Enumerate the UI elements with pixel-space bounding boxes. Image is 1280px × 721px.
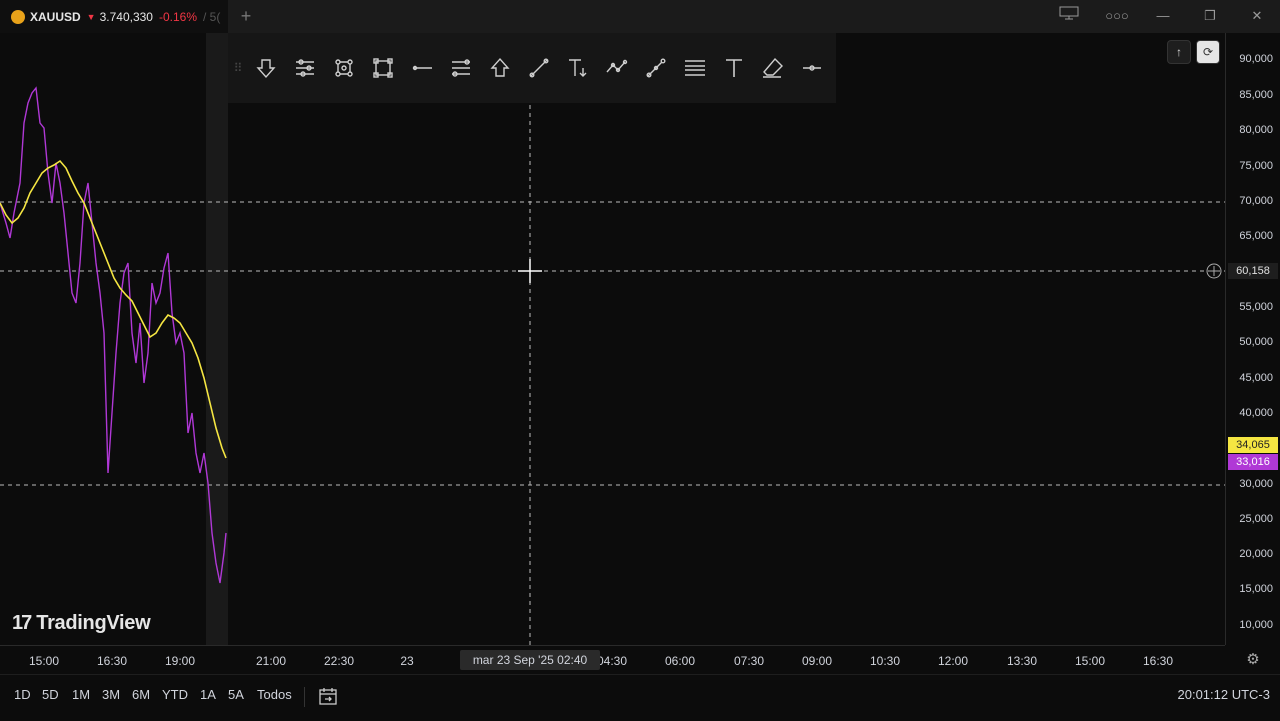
tradingview-logo-icon: 17 xyxy=(12,612,32,634)
period-5a[interactable]: 5A xyxy=(228,687,244,702)
add-alert-icon xyxy=(1206,263,1222,279)
arrow-up-icon[interactable] xyxy=(480,50,519,86)
price-label: 40,000 xyxy=(1239,407,1273,419)
period-5d[interactable]: 5D xyxy=(42,687,59,702)
layout-icon[interactable] xyxy=(1055,4,1083,28)
time-label: 16:30 xyxy=(96,654,128,668)
price-label: 55,000 xyxy=(1239,301,1273,313)
bottom-toolbar: 1D 5D 1M 3M 6M YTD 1A 5A Todos 20:01:12 … xyxy=(0,674,1280,721)
nodes-icon[interactable] xyxy=(324,50,363,86)
period-1a[interactable]: 1A xyxy=(200,687,216,702)
scroll-up-icon[interactable]: ↑ xyxy=(1167,40,1191,64)
drawing-toolbar: ⠿ xyxy=(228,33,836,103)
price-label: 85,000 xyxy=(1239,89,1273,101)
arrow-down-icon[interactable] xyxy=(246,50,285,86)
time-label: 12:00 xyxy=(937,654,969,668)
price-label: 45,000 xyxy=(1239,372,1273,384)
time-axis[interactable]: 15:00 16:30 19:00 21:00 22:30 23 04:30 0… xyxy=(0,645,1225,674)
price-label: 25,000 xyxy=(1239,513,1273,525)
period-ytd[interactable]: YTD xyxy=(162,687,188,702)
text-icon[interactable] xyxy=(714,50,753,86)
rectangle-icon[interactable] xyxy=(363,50,402,86)
yellow-value-tag: 34,065 xyxy=(1228,437,1278,453)
time-label: 21:00 xyxy=(255,654,287,668)
price-label: 10,000 xyxy=(1239,619,1273,631)
time-label: 10:30 xyxy=(869,654,901,668)
more-icon[interactable]: ○○○ xyxy=(1103,4,1131,28)
period-1m[interactable]: 1M xyxy=(72,687,90,702)
calendar-goto-icon[interactable] xyxy=(317,685,339,707)
down-arrow-icon: ▼ xyxy=(86,11,96,22)
time-label: 19:00 xyxy=(164,654,196,668)
brush-icon[interactable] xyxy=(636,50,675,86)
time-label: 15:00 xyxy=(28,654,60,668)
horizontal-ray-icon[interactable] xyxy=(402,50,441,86)
price-label: 75,000 xyxy=(1239,160,1273,172)
crosshair-cursor-icon xyxy=(518,259,542,283)
tab-overflow-text: / 5( xyxy=(203,9,221,24)
settings-lines-icon[interactable] xyxy=(285,50,324,86)
time-label: 13:30 xyxy=(1006,654,1038,668)
parallel-channel-icon[interactable] xyxy=(441,50,480,86)
eraser-icon[interactable] xyxy=(753,50,792,86)
symbol-change: -0.16% xyxy=(158,9,198,24)
restore-icon[interactable]: ❐ xyxy=(1196,4,1224,28)
price-label: 20,000 xyxy=(1239,548,1273,560)
path-icon[interactable] xyxy=(597,50,636,86)
text-note-icon[interactable] xyxy=(558,50,597,86)
purple-value-tag: 33,016 xyxy=(1228,454,1278,470)
time-label: 16:30 xyxy=(1142,654,1174,668)
crosshair-price-tag: 60,158 xyxy=(1228,263,1278,279)
price-label: 15,000 xyxy=(1239,583,1273,595)
tradingview-watermark: 17 TradingView xyxy=(12,612,151,635)
time-label: 04:30 xyxy=(596,654,628,668)
symbol-name: XAUUSD xyxy=(30,9,81,24)
price-label: 80,000 xyxy=(1239,124,1273,136)
chart-canvas xyxy=(0,33,1225,645)
horizontal-line-icon[interactable] xyxy=(792,50,831,86)
period-todos[interactable]: Todos xyxy=(257,687,292,702)
period-3m[interactable]: 3M xyxy=(102,687,120,702)
price-axis[interactable]: 90,000 85,000 80,000 75,000 70,000 65,00… xyxy=(1225,33,1280,645)
gold-coin-icon xyxy=(11,9,25,24)
timezone-clock[interactable]: 20:01:12 UTC-3 xyxy=(1178,687,1271,702)
symbol-tab[interactable]: XAUUSD ▼ 3.740,330 -0.16% / 5( xyxy=(0,0,228,33)
fib-lines-icon[interactable] xyxy=(675,50,714,86)
price-label: 65,000 xyxy=(1239,230,1273,242)
chart-pane[interactable] xyxy=(0,33,1225,645)
price-label: 30,000 xyxy=(1239,478,1273,490)
new-tab-plus-icon[interactable]: + xyxy=(236,6,256,26)
close-icon[interactable]: ✕ xyxy=(1243,4,1271,28)
title-bar: XAUUSD ▼ 3.740,330 -0.16% / 5( + ○○○ — ❐… xyxy=(0,0,1280,33)
time-label: 23 xyxy=(400,654,414,668)
crosshair-time-tag: mar 23 Sep '25 02:40 xyxy=(460,650,600,670)
minimize-icon[interactable]: — xyxy=(1149,4,1177,28)
symbol-price: 3.740,330 xyxy=(99,9,153,24)
period-6m[interactable]: 6M xyxy=(132,687,150,702)
period-1d[interactable]: 1D xyxy=(14,687,31,702)
time-label: 06:00 xyxy=(664,654,696,668)
purple-series-line xyxy=(0,86,227,584)
time-label: 09:00 xyxy=(801,654,833,668)
price-label: 90,000 xyxy=(1239,53,1273,65)
drag-handle-icon[interactable]: ⠿ xyxy=(230,61,246,75)
reset-chart-icon[interactable]: ⟳ xyxy=(1196,40,1220,64)
price-label: 50,000 xyxy=(1239,336,1273,348)
time-label: 22:30 xyxy=(323,654,355,668)
divider xyxy=(304,687,305,707)
trend-line-icon[interactable] xyxy=(519,50,558,86)
time-label: 15:00 xyxy=(1074,654,1106,668)
price-label: 70,000 xyxy=(1239,195,1273,207)
time-label: 07:30 xyxy=(733,654,765,668)
watermark-text: TradingView xyxy=(36,612,151,634)
gear-icon[interactable]: ⚙ xyxy=(1244,650,1262,668)
